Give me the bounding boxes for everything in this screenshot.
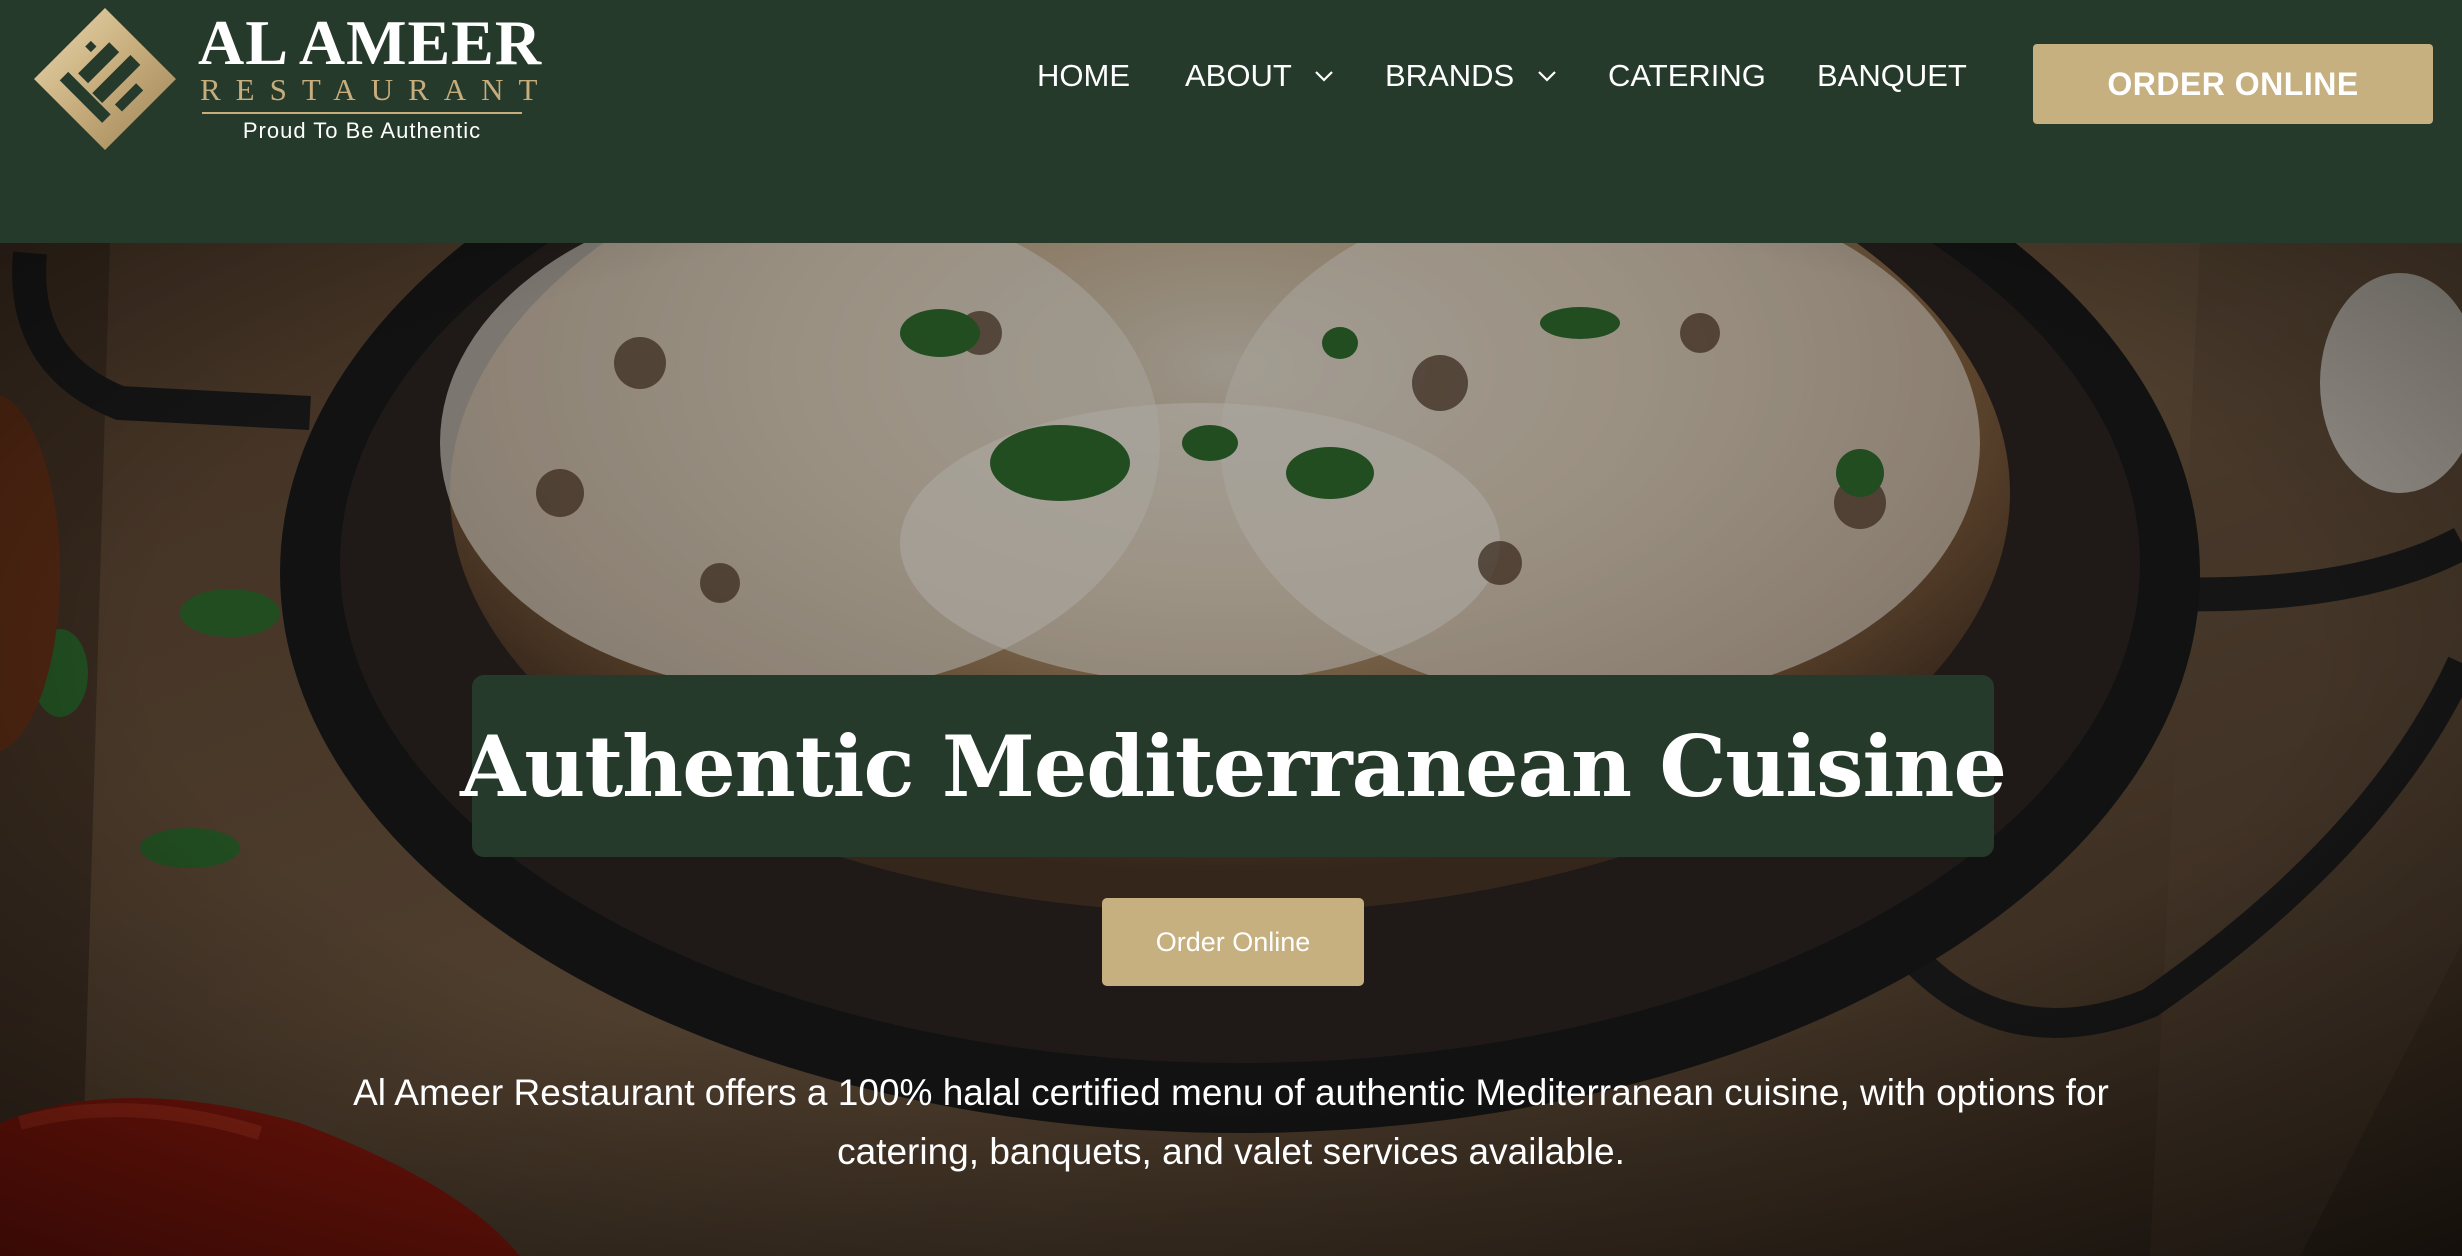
- nav-item-label: ABOUT: [1185, 58, 1292, 93]
- site-header: AL AMEER RESTAURANT Proud To Be Authenti…: [0, 0, 2462, 243]
- brand-tagline: Proud To Be Authentic: [242, 118, 482, 143]
- nav-item-label: BRANDS: [1385, 58, 1515, 93]
- nav-item-label: HOME: [1037, 58, 1130, 93]
- nav-item-label: BANQUET: [1817, 58, 1967, 93]
- nav-item-about[interactable]: ABOUT: [1185, 56, 1334, 96]
- nav-item-catering[interactable]: CATERING: [1608, 56, 1766, 96]
- hero-section: Authentic Mediterranean Cuisine Order On…: [0, 243, 2462, 1256]
- nav-item-label: CATERING: [1608, 58, 1766, 93]
- chevron-down-icon: [1538, 71, 1556, 82]
- hero-title: Authentic Mediterranean Cuisine: [460, 716, 2007, 816]
- nav-item-brands[interactable]: BRANDS: [1385, 56, 1557, 96]
- hero-order-online-button[interactable]: Order Online: [1102, 898, 1364, 986]
- hero-description: Al Ameer Restaurant offers a 100% halal …: [353, 1072, 2109, 1172]
- logo-divider: [202, 112, 522, 114]
- order-online-button[interactable]: ORDER ONLINE: [2033, 44, 2433, 124]
- chevron-down-icon: [1315, 71, 1333, 82]
- hero-title-box: Authentic Mediterranean Cuisine: [460, 675, 2007, 857]
- nav-item-home[interactable]: HOME: [1037, 56, 1130, 96]
- nav-item-banquet[interactable]: BANQUET: [1817, 56, 1967, 96]
